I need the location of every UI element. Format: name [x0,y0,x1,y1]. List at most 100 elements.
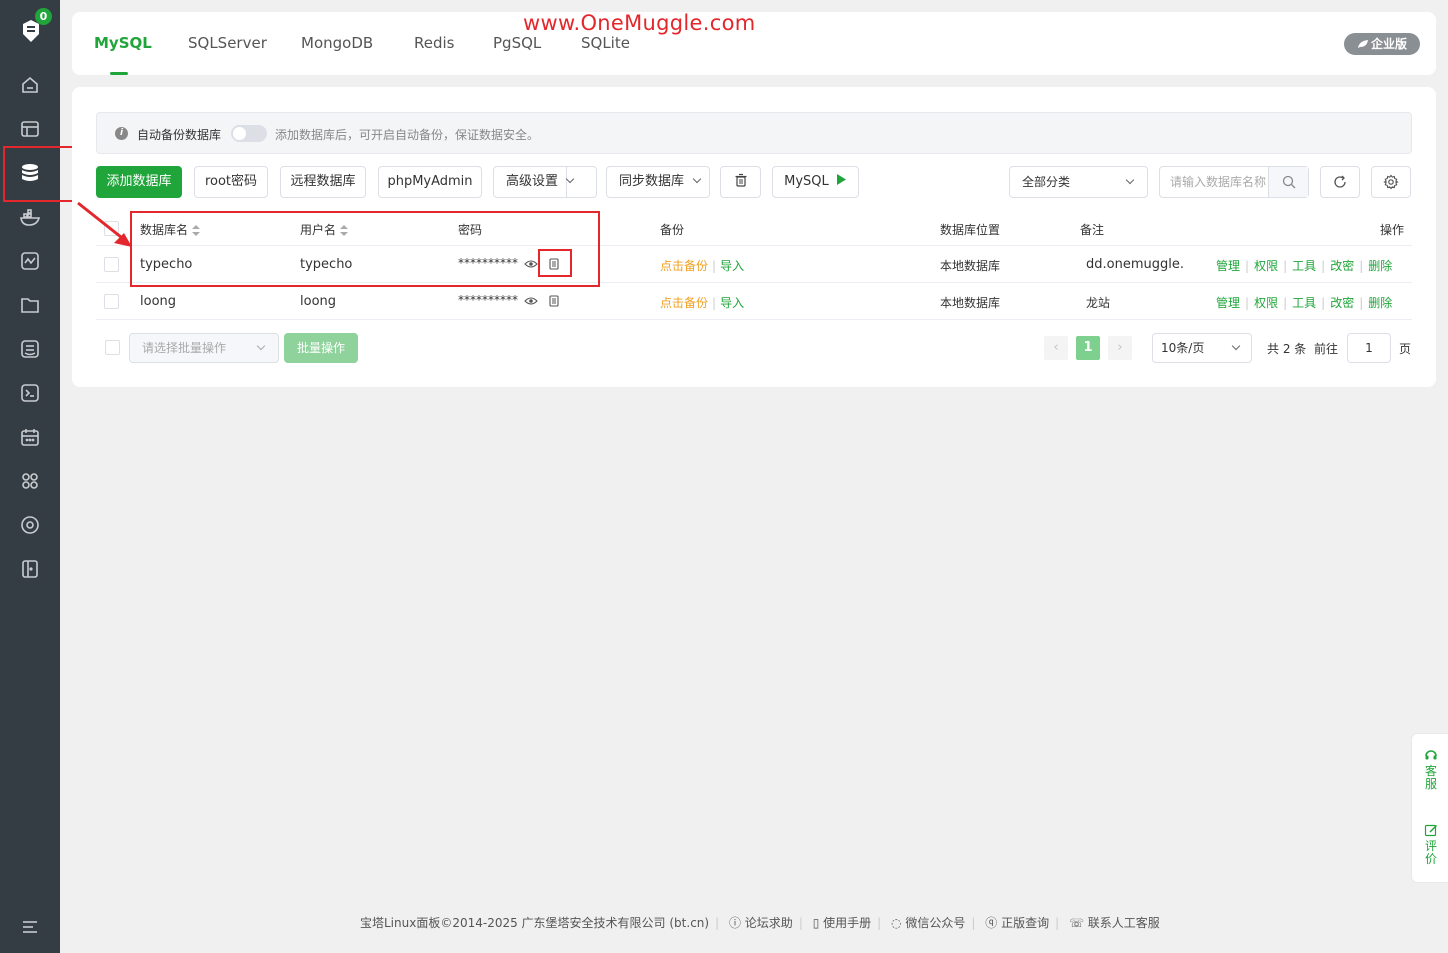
chevron-down-icon [256,341,266,351]
goto-label: 前往 [1314,342,1339,356]
sidebar: 0 [0,0,60,953]
import-link[interactable]: 导入 [720,259,744,273]
phpmyadmin-button[interactable]: phpMyAdmin [378,166,482,198]
leaf-icon [1357,40,1368,48]
tab-sqlite[interactable]: SQLite [581,34,630,52]
db-remark[interactable]: 龙站 [1086,294,1110,311]
delete-link[interactable]: 删除 [1368,259,1392,273]
tools-link[interactable]: 工具 [1292,296,1316,310]
goto-page-input[interactable]: 1 [1347,333,1391,363]
book-icon: ▯ [812,916,820,930]
db-remark[interactable]: dd.onemuggle.cc [1086,257,1184,272]
tools-link[interactable]: 工具 [1292,259,1316,273]
change-password-link[interactable]: 改密 [1330,296,1354,310]
logout-icon[interactable] [19,558,41,580]
permission-link[interactable]: 权限 [1254,259,1278,273]
auto-backup-toggle[interactable] [231,125,267,142]
prev-page-button[interactable]: ‹ [1044,336,1068,360]
table-row: loong loong ********** 点击备份 | 导入 本地数据库 龙站 … [96,283,1412,320]
tab-sqlserver[interactable]: SQLServer [188,34,267,52]
settings-button[interactable] [1371,166,1411,198]
backup-cell: 点击备份 | 导入 [660,296,745,310]
search-icon: ⓠ [985,916,998,930]
review-button[interactable]: 评价 [1423,823,1439,866]
delete-button[interactable] [720,166,761,198]
advanced-settings-button[interactable]: 高级设置 [493,166,597,198]
add-database-button[interactable]: 添加数据库 [96,166,182,198]
mysql-service-label: MySQL [784,174,829,189]
mysql-service-button[interactable]: MySQL [772,166,859,198]
forum-link[interactable]: ⓘ 论坛求助 [729,916,793,930]
edit-icon [1424,824,1437,837]
wechat-icon: ◌ [891,916,902,930]
auto-backup-notice: i 自动备份数据库 添加数据库后，可开启自动备份，保证数据安全。 [96,112,1412,154]
backup-link[interactable]: 点击备份 [660,259,708,273]
headset-icon [1425,750,1437,760]
logs-icon[interactable] [19,338,41,360]
batch-action-button[interactable]: 批量操作 [284,333,358,363]
chevron-down-icon [692,174,702,184]
search-icon [1282,175,1295,189]
docker-icon[interactable] [19,206,41,228]
manual-link[interactable]: ▯ 使用手册 [813,916,871,930]
info-icon: i [115,127,128,140]
manage-link[interactable]: 管理 [1216,296,1240,310]
footer: 宝塔Linux面板©2014-2025 广东堡塔安全技术有限公司 (bt.cn)… [360,916,1160,930]
tab-mysql[interactable]: MySQL [94,34,152,52]
category-select[interactable]: 全部分类 [1009,166,1148,198]
tab-mongodb[interactable]: MongoDB [301,34,373,52]
import-link[interactable]: 导入 [720,296,744,310]
contact-link[interactable]: ☏ 联系人工客服 [1069,916,1160,930]
eye-icon[interactable] [524,294,538,311]
advanced-settings-label: 高级设置 [506,174,559,189]
search-input[interactable] [1160,167,1270,197]
backup-link[interactable]: 点击备份 [660,296,708,310]
apps-icon[interactable] [19,470,41,492]
refresh-icon [1334,175,1346,188]
website-icon[interactable] [19,118,41,140]
row-actions: 管理 | 权限 | 工具 | 改密 | 删除 [1216,296,1393,310]
change-password-link[interactable]: 改密 [1330,259,1354,273]
auto-backup-label: 自动备份数据库 [137,128,222,142]
batch-checkbox[interactable] [105,340,120,355]
remote-database-button[interactable]: 远程数据库 [280,166,366,198]
sync-database-button[interactable]: 同步数据库 [606,166,710,198]
root-password-button[interactable]: root密码 [194,166,268,198]
chevron-down-icon[interactable] [565,167,596,197]
customer-service-label: 客服 [1424,764,1437,791]
settings-icon[interactable] [19,514,41,536]
row-checkbox[interactable] [104,257,119,272]
manage-link[interactable]: 管理 [1216,259,1240,273]
terminal-icon[interactable] [19,382,41,404]
home-icon[interactable] [19,74,41,96]
page-size-select[interactable]: 10条/页 [1152,333,1252,363]
db-name[interactable]: loong [140,294,176,309]
search-button[interactable] [1268,167,1308,197]
db-user: loong [300,294,337,309]
page-unit-label: 页 [1399,342,1412,356]
column-header-ops: 操作 [1380,223,1405,237]
refresh-button[interactable] [1320,166,1360,198]
verify-link[interactable]: ⓠ 正版查询 [985,916,1049,930]
monitor-icon[interactable] [19,250,41,272]
tab-redis[interactable]: Redis [414,34,454,52]
play-icon [836,174,846,185]
row-checkbox[interactable] [104,294,119,309]
search-box [1159,166,1309,198]
customer-service-button[interactable]: 客服 [1423,748,1439,791]
help-icon: ⓘ [728,916,741,930]
next-page-button[interactable]: › [1108,336,1132,360]
wechat-link[interactable]: ◌ 微信公众号 [891,916,965,930]
tab-pgsql[interactable]: PgSQL [493,34,541,52]
delete-link[interactable]: 删除 [1368,296,1392,310]
database-highlight-box [3,146,74,202]
enterprise-badge[interactable]: 企业版 [1344,33,1420,55]
notification-badge[interactable]: 0 [35,8,52,25]
copy-icon[interactable] [547,294,561,311]
files-icon[interactable] [19,294,41,316]
page-number-button[interactable]: 1 [1076,336,1100,360]
batch-action-select[interactable]: 请选择批量操作 [129,333,279,363]
menu-collapse-icon[interactable] [20,918,40,936]
cron-icon[interactable] [19,426,41,448]
permission-link[interactable]: 权限 [1254,296,1278,310]
